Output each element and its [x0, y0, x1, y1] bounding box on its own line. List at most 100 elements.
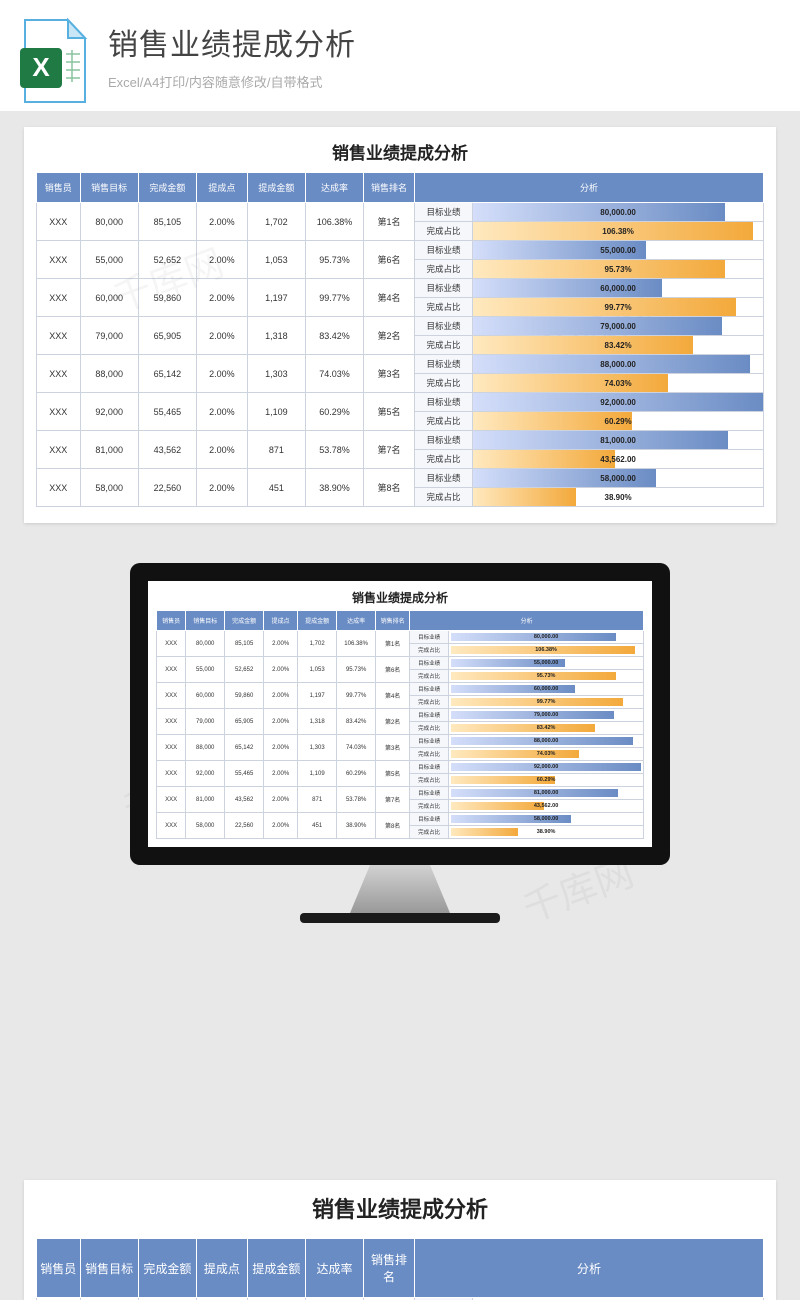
col-header: 提成点 — [196, 1239, 247, 1298]
cell-rate-pt: 2.00% — [196, 317, 247, 355]
cell-achieve: 106.38% — [305, 203, 363, 241]
cell-rank: 第8名 — [364, 469, 415, 507]
analysis-ratio-label: 完成占比 — [410, 748, 449, 761]
analysis-target-label: 目标业绩 — [410, 683, 449, 696]
cell-commission: 1,053 — [298, 657, 337, 683]
target-bar: 79,000.00 — [449, 709, 644, 722]
cell-target: 81,000 — [80, 431, 138, 469]
col-header: 销售员 — [37, 173, 81, 203]
cell-rank: 第8名 — [376, 813, 410, 839]
cell-commission: 871 — [298, 787, 337, 813]
col-header: 达成率 — [305, 1239, 363, 1298]
target-bar: 58,000.00 — [473, 469, 764, 488]
cell-rate-pt: 2.00% — [264, 631, 298, 657]
cell-done: 22,560 — [225, 813, 264, 839]
table-row: XXX 55,000 52,652 2.00% 1,053 95.73% 第6名… — [37, 241, 764, 260]
cell-achieve: 38.90% — [337, 813, 376, 839]
target-bar: 92,000.00 — [449, 761, 644, 774]
table-row: XXX 92,000 55,465 2.00% 1,109 60.29% 第5名… — [37, 393, 764, 412]
cell-target: 55,000 — [186, 657, 225, 683]
cell-commission: 1,109 — [298, 761, 337, 787]
cell-rate-pt: 2.00% — [196, 393, 247, 431]
cell-rate-pt: 2.00% — [196, 241, 247, 279]
cell-rate-pt: 2.00% — [264, 657, 298, 683]
cell-rank: 第4名 — [376, 683, 410, 709]
cell-done: 59,860 — [138, 279, 196, 317]
cell-commission: 1,702 — [298, 631, 337, 657]
col-header: 达成率 — [305, 173, 363, 203]
cell-achieve: 99.77% — [305, 279, 363, 317]
cell-achieve: 53.78% — [305, 431, 363, 469]
ratio-bar: 106.38% — [449, 644, 644, 657]
ratio-bar: 60.29% — [473, 412, 764, 431]
cell-achieve: 106.38% — [337, 631, 376, 657]
col-header: 完成金额 — [138, 1239, 196, 1298]
col-header: 销售目标 — [80, 1239, 138, 1298]
col-header: 提成金额 — [298, 611, 337, 631]
cell-rank: 第7名 — [364, 431, 415, 469]
sales-table: 销售员销售目标完成金额提成点提成金额达成率销售排名分析 XXX 80,000 8… — [36, 1238, 764, 1300]
target-bar: 80,000.00 — [473, 203, 764, 222]
cell-done: 43,562 — [138, 431, 196, 469]
cell-target: 60,000 — [80, 279, 138, 317]
cell-rate-pt: 2.00% — [196, 279, 247, 317]
monitor-stand — [350, 865, 450, 913]
target-bar: 92,000.00 — [473, 393, 764, 412]
col-header: 分析 — [414, 1239, 763, 1298]
cell-name: XXX — [37, 241, 81, 279]
cell-rank: 第6名 — [364, 241, 415, 279]
analysis-ratio-label: 完成占比 — [410, 696, 449, 709]
cell-commission: 1,197 — [298, 683, 337, 709]
ratio-bar: 74.03% — [473, 374, 764, 393]
cell-rate-pt: 2.00% — [196, 355, 247, 393]
monitor-screen: 销售业绩提成分析 销售员销售目标完成金额提成点提成金额达成率销售排名分析 XXX… — [130, 563, 670, 865]
cell-name: XXX — [37, 279, 81, 317]
monitor-base — [300, 913, 500, 923]
analysis-target-label: 目标业绩 — [414, 241, 472, 260]
col-header: 销售目标 — [186, 611, 225, 631]
analysis-ratio-label: 完成占比 — [410, 826, 449, 839]
ratio-bar: 95.73% — [449, 670, 644, 683]
table-row: XXX 88,000 65,142 2.00% 1,303 74.03% 第3名… — [37, 355, 764, 374]
analysis-target-label: 目标业绩 — [410, 787, 449, 800]
cell-rank: 第5名 — [364, 393, 415, 431]
cell-name: XXX — [157, 631, 186, 657]
cell-rate-pt: 2.00% — [264, 709, 298, 735]
analysis-ratio-label: 完成占比 — [410, 774, 449, 787]
cell-target: 92,000 — [186, 761, 225, 787]
cell-target: 55,000 — [80, 241, 138, 279]
analysis-target-label: 目标业绩 — [414, 355, 472, 374]
cell-rate-pt: 2.00% — [264, 735, 298, 761]
target-bar: 60,000.00 — [473, 279, 764, 298]
col-header: 完成金额 — [138, 173, 196, 203]
cell-name: XXX — [37, 203, 81, 241]
target-bar: 55,000.00 — [449, 657, 644, 670]
ratio-bar: 83.42% — [449, 722, 644, 735]
col-header: 销售排名 — [376, 611, 410, 631]
target-bar: 88,000.00 — [449, 735, 644, 748]
col-header: 提成点 — [264, 611, 298, 631]
cell-name: XXX — [157, 813, 186, 839]
cell-commission: 1,318 — [247, 317, 305, 355]
target-bar: 58,000.00 — [449, 813, 644, 826]
cell-name: XXX — [37, 393, 81, 431]
table-row: XXX 88,000 65,142 2.00% 1,303 74.03% 第3名… — [157, 735, 644, 748]
ratio-bar: 106.38% — [473, 222, 764, 241]
cell-achieve: 53.78% — [337, 787, 376, 813]
cell-name: XXX — [157, 761, 186, 787]
col-header: 提成金额 — [247, 1239, 305, 1298]
ratio-bar: 43,562.00 — [473, 450, 764, 469]
cell-name: XXX — [157, 657, 186, 683]
cell-done: 85,105 — [225, 631, 264, 657]
analysis-ratio-label: 完成占比 — [414, 222, 472, 241]
cell-achieve: 60.29% — [337, 761, 376, 787]
sales-table: 销售员销售目标完成金额提成点提成金额达成率销售排名分析 XXX 80,000 8… — [156, 610, 644, 839]
cell-done: 55,465 — [138, 393, 196, 431]
cell-done: 65,905 — [225, 709, 264, 735]
target-bar: 55,000.00 — [473, 241, 764, 260]
cell-rank: 第4名 — [364, 279, 415, 317]
table-row: XXX 60,000 59,860 2.00% 1,197 99.77% 第4名… — [37, 279, 764, 298]
cell-rate-pt: 2.00% — [196, 431, 247, 469]
excel-file-icon: X — [20, 18, 90, 106]
cell-name: XXX — [157, 683, 186, 709]
